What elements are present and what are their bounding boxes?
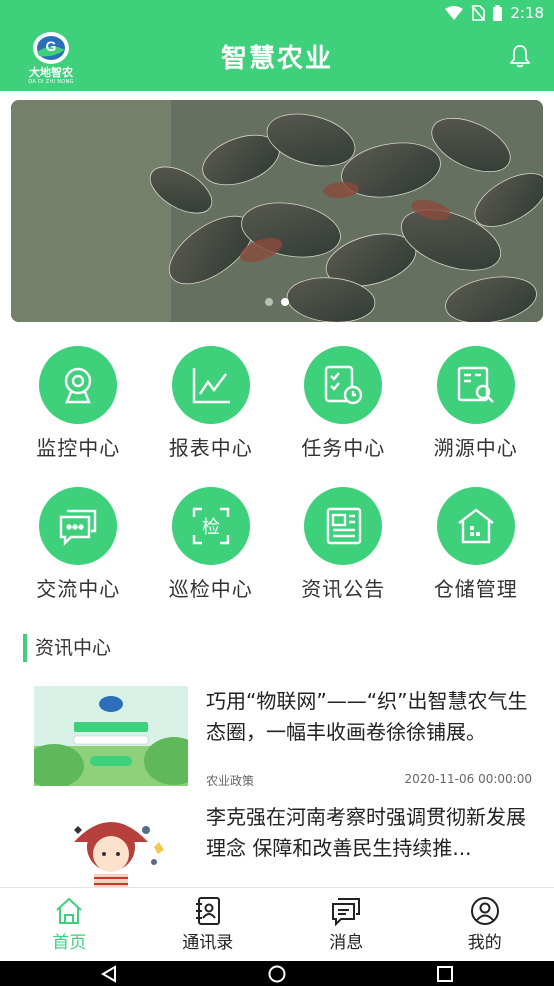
warehouse-icon (436, 487, 515, 565)
section-title: 资讯中心 (23, 634, 111, 662)
back-icon[interactable] (100, 964, 118, 983)
grid-label: 资讯公告 (301, 577, 386, 601)
bottom-tab-bar: 首页 通讯录 消息 我的 (0, 887, 554, 961)
news-category: 农业政策 (206, 774, 255, 788)
logo-subtext: DA DI ZHI NONG (28, 79, 74, 85)
news-date: 2020-11-06 00:00:00 (404, 772, 532, 786)
grid-label: 监控中心 (36, 436, 121, 460)
newspaper-icon (304, 487, 383, 565)
no-sim-icon (471, 5, 486, 21)
grid-label: 仓储管理 (433, 577, 518, 601)
grid-item-news[interactable]: 资讯公告 (277, 487, 410, 602)
grid-item-inspection[interactable]: 检 巡检中心 (145, 487, 278, 602)
news-meta: 农业政策 2020-11-06 00:00:00 (206, 772, 532, 789)
status-time: 2:18 (510, 4, 544, 22)
recents-icon[interactable] (436, 965, 454, 983)
wifi-icon (445, 6, 464, 20)
grid-label: 交流中心 (36, 577, 121, 601)
feature-grid: 监控中心 报表中心 任务中心 溯源中心 交流中心 检 巡检中心 资讯公告 仓储管… (12, 346, 542, 602)
page-title: 智慧农业 (220, 44, 333, 74)
svg-text:检: 检 (202, 517, 220, 538)
news-item[interactable]: 李克强在河南考察时强调贯彻新发展理念 保障和改善民生持续推... (34, 802, 534, 887)
grid-item-warehouse[interactable]: 仓储管理 (410, 487, 543, 602)
system-nav-bar (0, 961, 554, 986)
trace-search-icon (436, 346, 515, 424)
grid-label: 溯源中心 (433, 436, 518, 460)
tab-profile[interactable]: 我的 (416, 888, 554, 961)
camera-icon (39, 346, 118, 424)
inspect-icon: 检 (171, 487, 250, 565)
home-icon (56, 897, 82, 924)
tab-label: 首页 (52, 933, 87, 953)
news-thumbnail (34, 802, 188, 887)
tab-label: 我的 (467, 933, 502, 953)
grid-label: 任务中心 (301, 436, 386, 460)
news-item[interactable]: 巧用“物联网”——“织”出智慧农气生态圈，一幅丰收画卷徐徐铺展。 农业政策 20… (34, 686, 534, 796)
battery-icon (493, 5, 503, 21)
app-bar: G 大地智农 DA DI ZHI NONG 智慧农业 (0, 26, 554, 91)
grid-item-tasks[interactable]: 任务中心 (277, 346, 410, 461)
grid-label: 报表中心 (168, 436, 253, 460)
tab-contacts[interactable]: 通讯录 (139, 888, 278, 961)
contacts-icon (195, 897, 220, 925)
user-icon (470, 897, 499, 925)
tab-label: 消息 (329, 933, 364, 953)
status-bar: 2:18 (0, 0, 554, 26)
banner-carousel[interactable] (11, 100, 543, 322)
tab-label: 通讯录 (182, 933, 234, 953)
news-thumbnail (34, 686, 188, 786)
carousel-dot[interactable] (265, 298, 273, 306)
grid-item-trace[interactable]: 溯源中心 (410, 346, 543, 461)
tab-home[interactable]: 首页 (0, 888, 139, 961)
banner-plant-image (11, 100, 543, 322)
tab-messages[interactable]: 消息 (277, 888, 416, 961)
chat-icon (39, 487, 118, 565)
carousel-indicator (11, 298, 543, 306)
grid-label: 巡检中心 (168, 577, 253, 601)
home-nav-icon[interactable] (268, 965, 286, 983)
message-icon (332, 898, 361, 926)
line-chart-icon (171, 346, 250, 424)
news-title: 李克强在河南考察时强调贯彻新发展理念 保障和改善民生持续推... (206, 805, 526, 860)
news-title: 巧用“物联网”——“织”出智慧农气生态圈，一幅丰收画卷徐徐铺展。 (206, 689, 528, 744)
grid-item-monitor[interactable]: 监控中心 (12, 346, 145, 461)
bell-icon[interactable] (509, 44, 531, 72)
carousel-dot-active[interactable] (281, 298, 289, 306)
grid-item-communication[interactable]: 交流中心 (12, 487, 145, 602)
task-clock-icon (304, 346, 383, 424)
grid-item-reports[interactable]: 报表中心 (145, 346, 278, 461)
